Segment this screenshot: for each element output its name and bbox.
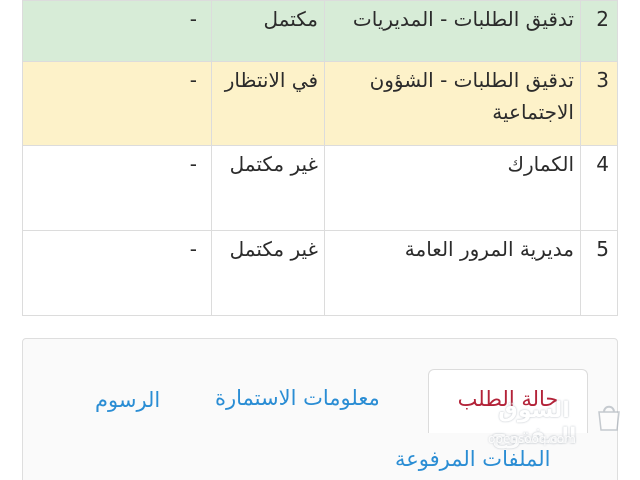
stage-name: تدقيق الطلبات - المديريات <box>324 0 581 62</box>
stage-status: غير مكتمل <box>211 145 325 231</box>
watermark-site: opensooq.com <box>488 432 576 446</box>
stage-note: - <box>22 0 212 62</box>
tab-fees[interactable]: الرسوم <box>95 385 160 415</box>
table-row: 2 تدقيق الطلبات - المديريات مكتمل - <box>22 0 618 62</box>
stage-status: غير مكتمل <box>211 230 325 316</box>
opensooq-watermark: السوق المفتوح opensooq.com <box>476 392 626 472</box>
opensooq-logo-icon <box>598 405 620 431</box>
request-status-table: 2 تدقيق الطلبات - المديريات مكتمل - 3 تد… <box>22 0 618 316</box>
stage-status: مكتمل <box>211 0 325 62</box>
row-number: 5 <box>580 230 618 316</box>
stage-name: مديرية المرور العامة <box>324 230 581 316</box>
stage-status: في الانتظار <box>211 61 325 146</box>
request-tracking-page: 2 تدقيق الطلبات - المديريات مكتمل - 3 تد… <box>0 0 640 480</box>
stage-name: تدقيق الطلبات - الشؤون الاجتماعية <box>324 61 581 146</box>
row-number: 2 <box>580 0 618 62</box>
table-row: 4 الكمارك غير مكتمل - <box>22 145 618 231</box>
stage-name: الكمارك <box>324 145 581 231</box>
table-row: 5 مديرية المرور العامة غير مكتمل - <box>22 230 618 316</box>
stage-note: - <box>22 61 212 146</box>
row-number: 3 <box>580 61 618 146</box>
table-row: 3 تدقيق الطلبات - الشؤون الاجتماعية في ا… <box>22 61 618 146</box>
stage-note: - <box>22 145 212 231</box>
tab-form-info[interactable]: معلومات الاستمارة <box>215 383 380 413</box>
row-number: 4 <box>580 145 618 231</box>
stage-note: - <box>22 230 212 316</box>
